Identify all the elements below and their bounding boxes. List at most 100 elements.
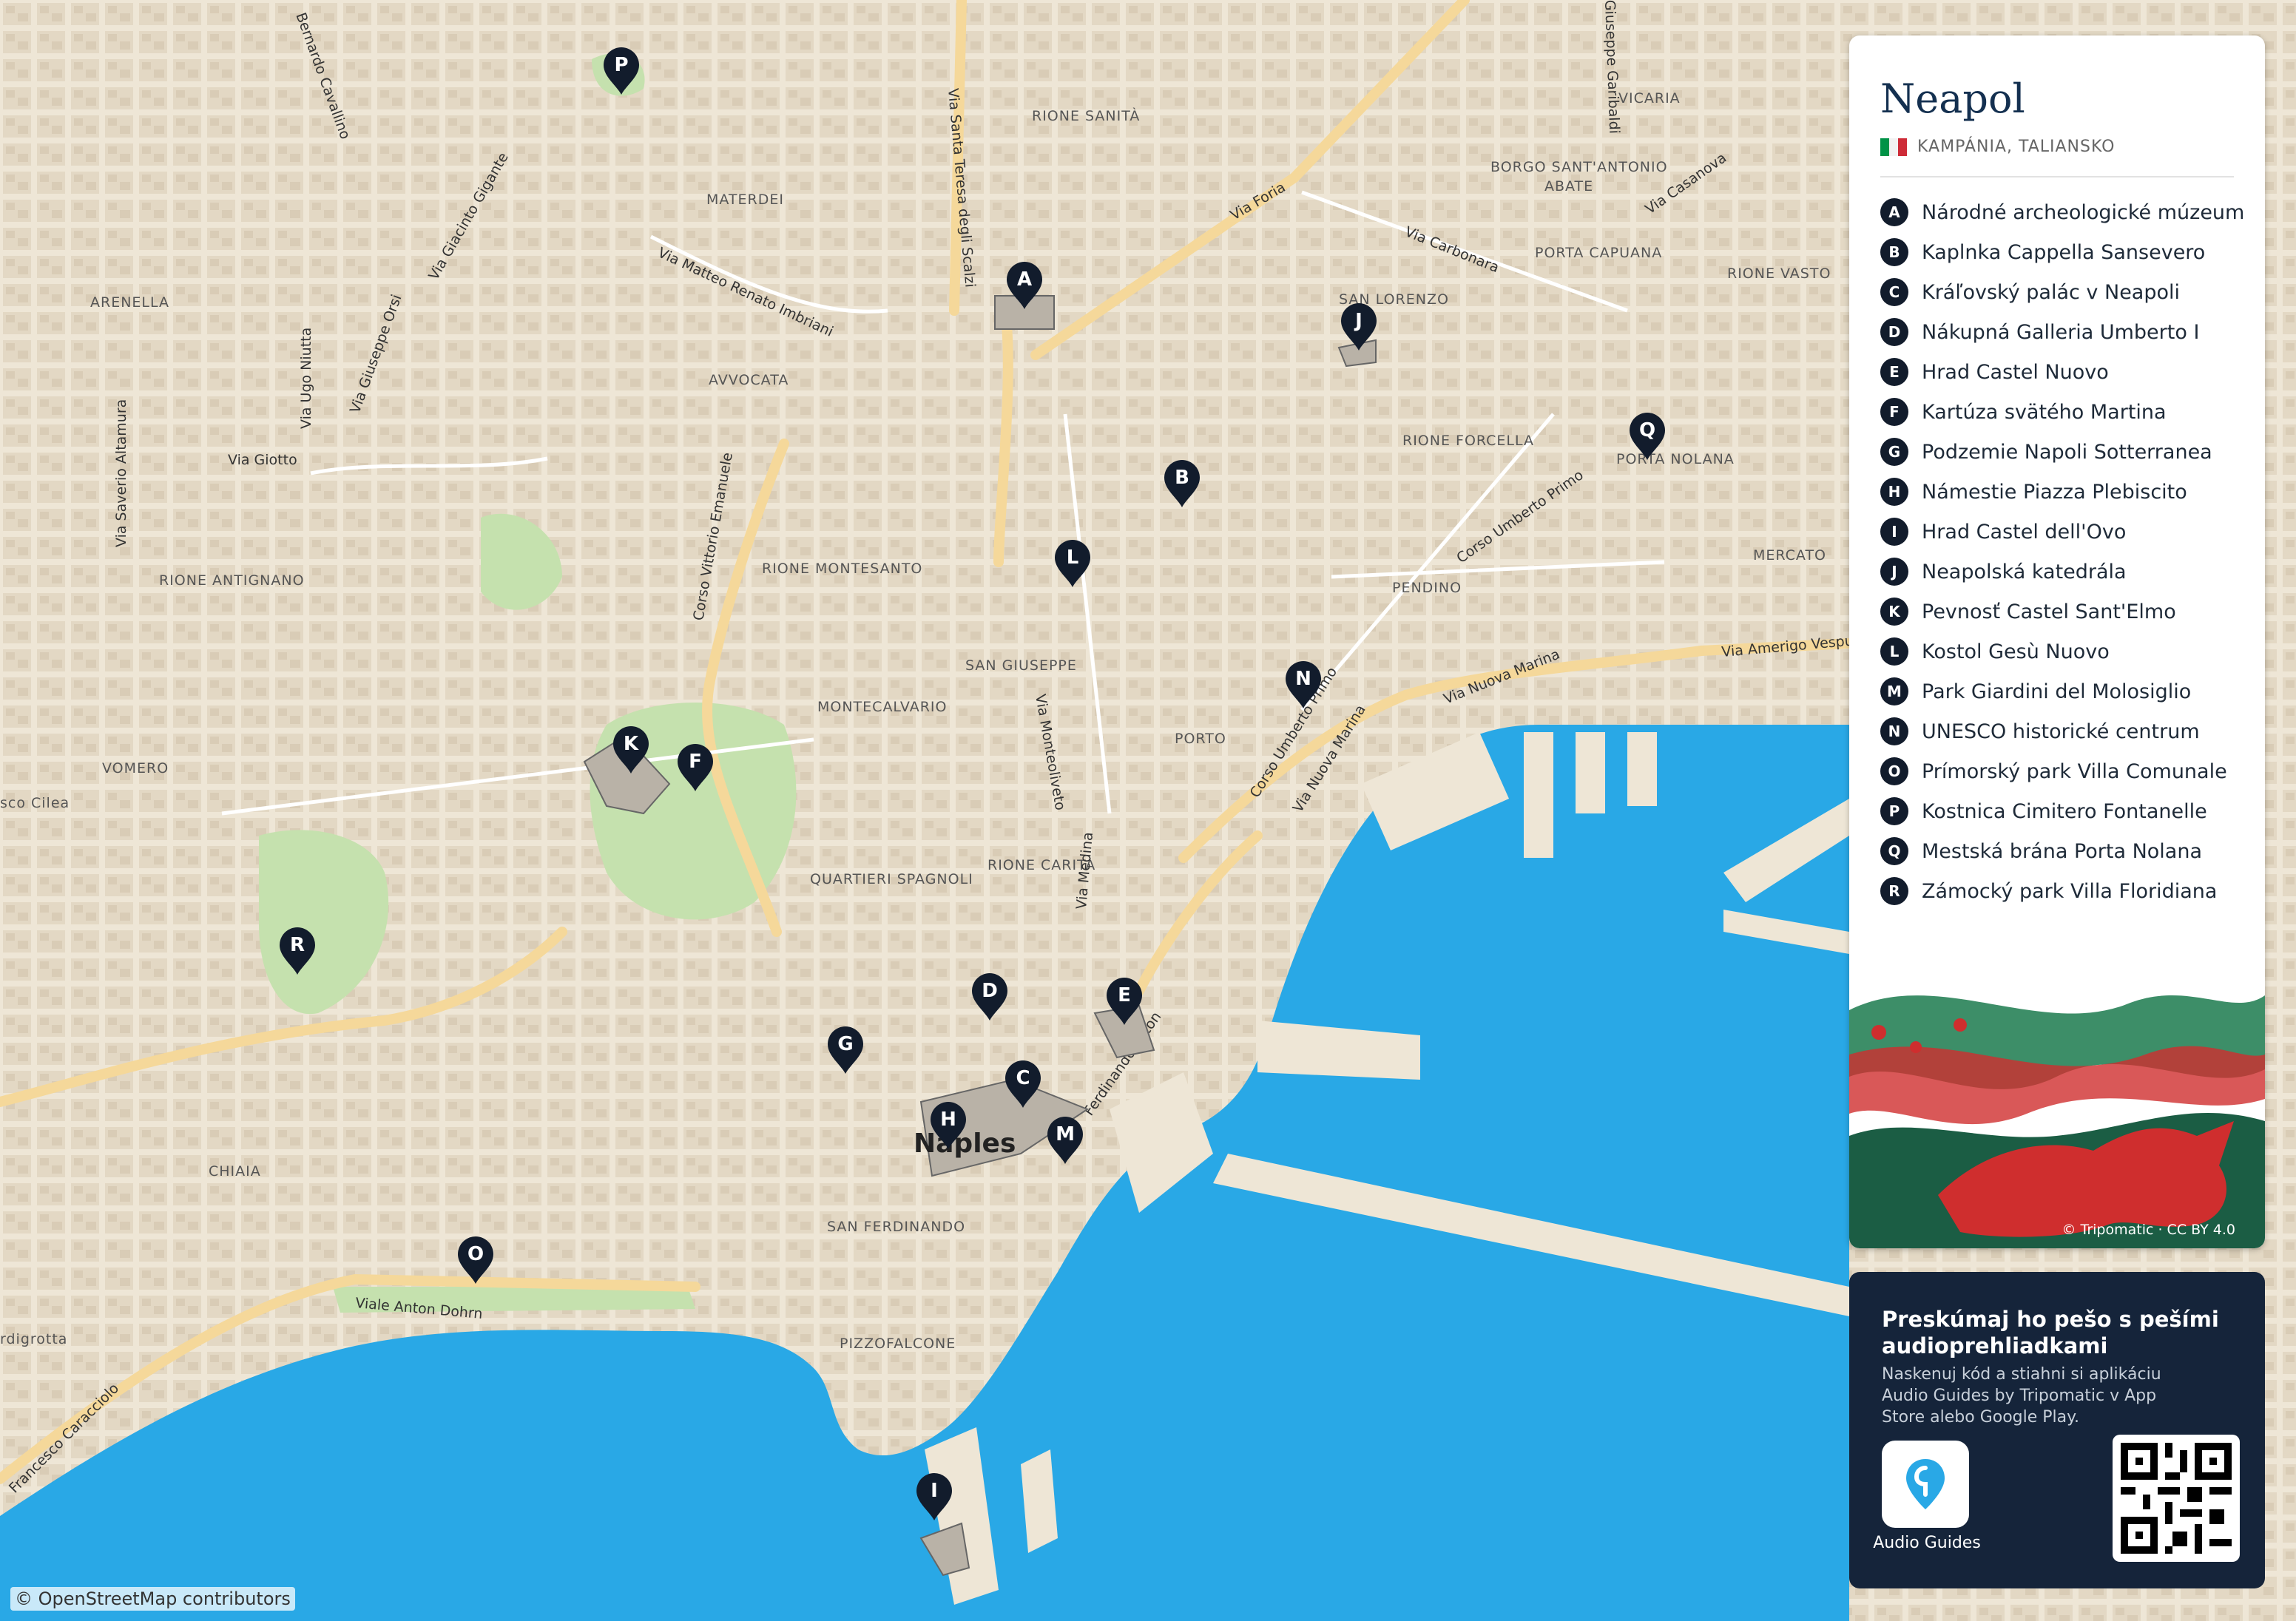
legend-label: Hrad Castel Nuovo xyxy=(1922,360,2109,384)
legend-item[interactable]: Q Mestská brána Porta Nolana xyxy=(1880,831,2250,871)
qr-code-icon xyxy=(2121,1443,2232,1554)
legend-label: Kostol Gesù Nuovo xyxy=(1922,640,2110,663)
marker-badge: P xyxy=(1880,797,1908,825)
legend-item[interactable]: I Hrad Castel dell'Ovo xyxy=(1880,512,2250,552)
legend-item[interactable]: D Nákupná Galleria Umberto I xyxy=(1880,312,2250,352)
district-label: SAN GIUSEPPE xyxy=(965,657,1077,674)
legend-item[interactable]: E Hrad Castel Nuovo xyxy=(1880,352,2250,392)
legend-item[interactable]: O Prímorský park Villa Comunale xyxy=(1880,751,2250,791)
legend-item[interactable]: F Kartúza svätého Martina xyxy=(1880,392,2250,432)
marker-badge: J xyxy=(1880,558,1908,586)
district-label: BORGO SANT'ANTONIO xyxy=(1490,159,1668,175)
marker-badge: L xyxy=(1880,637,1908,666)
legend-item[interactable]: P Kostnica Cimitero Fontanelle xyxy=(1880,791,2250,831)
svg-text:G: G xyxy=(837,1033,853,1055)
svg-text:J: J xyxy=(1354,310,1363,332)
svg-text:C: C xyxy=(1016,1067,1030,1089)
district-label: rdigrotta xyxy=(0,1331,67,1347)
decorative-illustration xyxy=(1849,951,2265,1248)
legend-label: Zámocký park Villa Floridiana xyxy=(1922,879,2218,903)
district-label: CHIAIA xyxy=(209,1163,261,1180)
audio-guides-app-icon[interactable] xyxy=(1882,1441,1969,1528)
legend-label: Mestská brána Porta Nolana xyxy=(1922,839,2203,863)
svg-text:H: H xyxy=(940,1109,956,1131)
audio-guides-promo: Preskúmaj ho pešo s pešími audioprehliad… xyxy=(1849,1272,2265,1588)
marker-badge: H xyxy=(1880,478,1908,506)
legend-item[interactable]: J Neapolská katedrála xyxy=(1880,552,2250,592)
district-label: RIONE SANITÀ xyxy=(1032,107,1140,124)
marker-badge: A xyxy=(1880,198,1908,226)
legend-item[interactable]: R Zámocký park Villa Floridiana xyxy=(1880,871,2250,911)
district-label: RIONE VASTO xyxy=(1727,265,1831,282)
app-label: Audio Guides xyxy=(1873,1534,1981,1552)
district-label: ARENELLA xyxy=(90,294,169,311)
map-attribution[interactable]: © OpenStreetMap contributors xyxy=(10,1587,295,1611)
legend-item[interactable]: L Kostol Gesù Nuovo xyxy=(1880,632,2250,671)
legend-label: Kaplnka Cappella Sansevero xyxy=(1922,240,2206,264)
legend-label: Kráľovský palác v Neapoli xyxy=(1922,280,2181,304)
legend-item[interactable]: B Kaplnka Cappella Sansevero xyxy=(1880,232,2250,272)
marker-badge: Q xyxy=(1880,837,1908,865)
legend-label: UNESCO historické centrum xyxy=(1922,720,2200,743)
legend-label: Prímorský park Villa Comunale xyxy=(1922,759,2227,783)
art-credit: © Tripomatic · CC BY 4.0 xyxy=(2062,1222,2235,1238)
legend-label: Park Giardini del Molosiglio xyxy=(1922,680,2192,703)
district-label: RIONE MONTESANTO xyxy=(762,561,922,577)
svg-text:P: P xyxy=(614,54,628,76)
marker-badge: O xyxy=(1880,757,1908,785)
legend-label: Podzemie Napoli Sotterranea xyxy=(1922,440,2212,464)
city-label: Naples xyxy=(914,1128,1016,1159)
svg-text:Q: Q xyxy=(1639,419,1655,441)
street-label: Via Saverio Altamura xyxy=(113,399,129,547)
marker-badge: M xyxy=(1880,677,1908,705)
svg-text:B: B xyxy=(1175,467,1189,489)
marker-badge: G xyxy=(1880,438,1908,466)
svg-text:A: A xyxy=(1017,268,1032,291)
legend-item[interactable]: M Park Giardini del Molosiglio xyxy=(1880,671,2250,711)
district-label: MONTECALVARIO xyxy=(817,699,947,715)
marker-badge: E xyxy=(1880,358,1908,386)
svg-text:E: E xyxy=(1118,984,1131,1006)
district-label: RIONE FORCELLA xyxy=(1402,433,1534,449)
legend-label: Neapolská katedrála xyxy=(1922,560,2127,583)
legend-item[interactable]: C Kráľovský palác v Neapoli xyxy=(1880,272,2250,312)
district-label: PIZZOFALCONE xyxy=(840,1336,956,1352)
legend-item[interactable]: G Podzemie Napoli Sotterranea xyxy=(1880,432,2250,472)
legend-label: Hrad Castel dell'Ovo xyxy=(1922,520,2127,544)
divider xyxy=(1880,176,2234,177)
marker-badge: K xyxy=(1880,598,1908,626)
marker-badge: F xyxy=(1880,398,1908,426)
district-label: PENDINO xyxy=(1392,580,1462,596)
legend-item[interactable]: H Námestie Piazza Plebiscito xyxy=(1880,472,2250,512)
marker-badge: D xyxy=(1880,318,1908,346)
district-label: MATERDEI xyxy=(706,192,784,208)
promo-title: Preskúmaj ho pešo s pešími audioprehliad… xyxy=(1882,1307,2219,1358)
marker-badge: C xyxy=(1880,278,1908,306)
region-label: KAMPÁNIA, TALIANSKO xyxy=(1917,138,2116,156)
italy-flag-icon xyxy=(1880,138,1907,156)
legend-item[interactable]: K Pevnosť Castel Sant'Elmo xyxy=(1880,592,2250,632)
city-title: Neapol xyxy=(1880,75,2025,122)
svg-text:K: K xyxy=(624,733,639,755)
svg-text:M: M xyxy=(1056,1123,1075,1145)
qr-code[interactable] xyxy=(2113,1435,2240,1562)
legend-label: Národné archeologické múzeum xyxy=(1922,200,2245,224)
district-label: RIONE ANTIGNANO xyxy=(159,572,305,589)
map-pin-icon xyxy=(1906,1459,1945,1509)
district-label: PORTA NOLANA xyxy=(1616,451,1735,467)
marker-badge: I xyxy=(1880,518,1908,546)
svg-text:D: D xyxy=(982,980,998,1002)
district-label: sco Cilea xyxy=(0,795,70,811)
district-label: SAN FERDINANDO xyxy=(827,1219,965,1235)
legend-item[interactable]: N UNESCO historické centrum xyxy=(1880,711,2250,751)
district-label: AVVOCATA xyxy=(709,372,789,388)
legend-item[interactable]: A Národné archeologické múzeum xyxy=(1880,192,2250,232)
district-label: PORTA CAPUANA xyxy=(1535,245,1662,261)
district-label: QUARTIERI SPAGNOLI xyxy=(810,871,973,887)
svg-text:L: L xyxy=(1067,546,1079,569)
legend-label: Kostnica Cimitero Fontanelle xyxy=(1922,799,2207,823)
poi-legend-list: A Národné archeologické múzeum B Kaplnka C… xyxy=(1880,192,2250,911)
region-subtitle: KAMPÁNIA, TALIANSKO xyxy=(1880,138,2116,156)
district-label: MERCATO xyxy=(1753,547,1826,564)
district-label: PORTO xyxy=(1175,731,1226,747)
